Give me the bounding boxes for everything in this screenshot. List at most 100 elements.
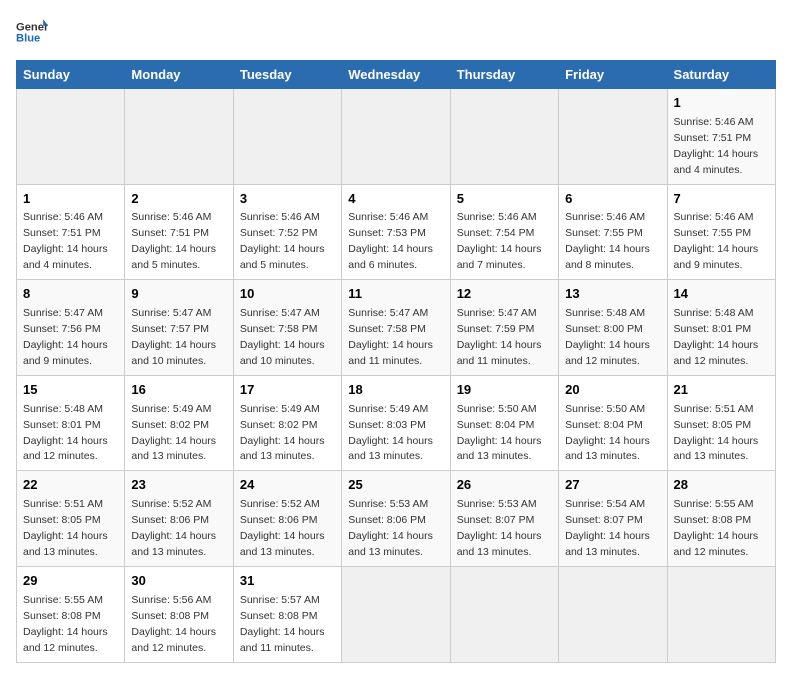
day-header-tuesday: Tuesday	[233, 61, 341, 89]
daylight-info: Daylight: 14 hours and 5 minutes.	[131, 243, 216, 271]
calendar-cell: 5Sunrise: 5:46 AMSunset: 7:54 PMDaylight…	[450, 184, 558, 280]
day-number: 28	[674, 476, 769, 495]
daylight-info: Daylight: 14 hours and 13 minutes.	[565, 435, 650, 463]
sunset-info: Sunset: 7:51 PM	[131, 227, 209, 239]
day-number: 24	[240, 476, 335, 495]
sunset-info: Sunset: 8:01 PM	[23, 419, 101, 431]
sunset-info: Sunset: 8:06 PM	[348, 514, 426, 526]
sunrise-info: Sunrise: 5:46 AM	[674, 211, 754, 223]
sunset-info: Sunset: 8:06 PM	[240, 514, 318, 526]
sunrise-info: Sunrise: 5:46 AM	[131, 211, 211, 223]
daylight-info: Daylight: 14 hours and 12 minutes.	[23, 626, 108, 654]
calendar-week-row: 22Sunrise: 5:51 AMSunset: 8:05 PMDayligh…	[17, 471, 776, 567]
calendar-cell: 27Sunrise: 5:54 AMSunset: 8:07 PMDayligh…	[559, 471, 667, 567]
day-number: 2	[131, 190, 226, 209]
daylight-info: Daylight: 14 hours and 13 minutes.	[131, 435, 216, 463]
sunrise-info: Sunrise: 5:54 AM	[565, 498, 645, 510]
day-number: 6	[565, 190, 660, 209]
sunset-info: Sunset: 8:02 PM	[240, 419, 318, 431]
daylight-info: Daylight: 14 hours and 10 minutes.	[240, 339, 325, 367]
daylight-info: Daylight: 14 hours and 12 minutes.	[23, 435, 108, 463]
day-number: 12	[457, 285, 552, 304]
day-number: 1	[23, 190, 118, 209]
calendar-week-row: 1 Sunrise: 5:46 AM Sunset: 7:51 PM Daylight…	[17, 184, 776, 280]
daylight-info: Daylight: 14 hours and 13 minutes.	[131, 530, 216, 558]
day-number: 29	[23, 572, 118, 591]
sunrise-info: Sunrise: 5:47 AM	[131, 307, 211, 319]
sunset-info: Sunset: 7:51 PM	[674, 132, 752, 144]
day-header-wednesday: Wednesday	[342, 61, 450, 89]
day-number: 7	[674, 190, 769, 209]
day-header-sunday: Sunday	[17, 61, 125, 89]
day-number: 8	[23, 285, 118, 304]
calendar-cell: 11Sunrise: 5:47 AMSunset: 7:58 PMDayligh…	[342, 280, 450, 376]
daylight-info: Daylight: 14 hours and 11 minutes.	[348, 339, 433, 367]
sunset-info: Sunset: 8:00 PM	[565, 323, 643, 335]
day-number: 1	[674, 94, 769, 113]
calendar-cell: 1Sunrise: 5:46 AMSunset: 7:51 PMDaylight…	[667, 89, 775, 185]
calendar-cell: 30Sunrise: 5:56 AMSunset: 8:08 PMDayligh…	[125, 566, 233, 662]
day-number: 5	[457, 190, 552, 209]
sunset-info: Sunset: 7:51 PM	[23, 227, 101, 239]
sunset-info: Sunset: 7:57 PM	[131, 323, 209, 335]
sunrise-info: Sunrise: 5:53 AM	[457, 498, 537, 510]
daylight-info: Daylight: 14 hours and 12 minutes.	[674, 339, 759, 367]
daylight-info: Daylight: 14 hours and 4 minutes.	[23, 243, 108, 271]
sunrise-info: Sunrise: 5:49 AM	[240, 403, 320, 415]
day-number: 17	[240, 381, 335, 400]
calendar-cell: 26Sunrise: 5:53 AMSunset: 8:07 PMDayligh…	[450, 471, 558, 567]
calendar-cell: 22Sunrise: 5:51 AMSunset: 8:05 PMDayligh…	[17, 471, 125, 567]
day-header-monday: Monday	[125, 61, 233, 89]
calendar-cell	[559, 89, 667, 185]
calendar-cell	[342, 89, 450, 185]
calendar-cell: 1Sunrise: 5:46 AMSunset: 7:51 PMDaylight…	[17, 184, 125, 280]
sunset-info: Sunset: 8:05 PM	[23, 514, 101, 526]
calendar-week-row: 8Sunrise: 5:47 AMSunset: 7:56 PMDaylight…	[17, 280, 776, 376]
calendar-cell	[342, 566, 450, 662]
calendar-cell: 31Sunrise: 5:57 AMSunset: 8:08 PMDayligh…	[233, 566, 341, 662]
sunrise-info: Sunrise: 5:47 AM	[23, 307, 103, 319]
calendar-cell: 29Sunrise: 5:55 AMSunset: 8:08 PMDayligh…	[17, 566, 125, 662]
day-header-thursday: Thursday	[450, 61, 558, 89]
daylight-info: Daylight: 14 hours and 4 minutes.	[674, 148, 759, 176]
sunrise-info: Sunrise: 5:47 AM	[457, 307, 537, 319]
daylight-info: Daylight: 14 hours and 12 minutes.	[131, 626, 216, 654]
sunrise-info: Sunrise: 5:46 AM	[348, 211, 428, 223]
day-number: 22	[23, 476, 118, 495]
daylight-info: Daylight: 14 hours and 6 minutes.	[348, 243, 433, 271]
calendar-cell: 13Sunrise: 5:48 AMSunset: 8:00 PMDayligh…	[559, 280, 667, 376]
daylight-info: Daylight: 14 hours and 9 minutes.	[23, 339, 108, 367]
calendar-cell: 24Sunrise: 5:52 AMSunset: 8:06 PMDayligh…	[233, 471, 341, 567]
sunrise-info: Sunrise: 5:53 AM	[348, 498, 428, 510]
sunset-info: Sunset: 8:07 PM	[565, 514, 643, 526]
day-number: 10	[240, 285, 335, 304]
calendar-cell: 7Sunrise: 5:46 AMSunset: 7:55 PMDaylight…	[667, 184, 775, 280]
day-number: 26	[457, 476, 552, 495]
sunrise-info: Sunrise: 5:47 AM	[240, 307, 320, 319]
calendar-cell	[450, 89, 558, 185]
calendar-cell: 2 Sunrise: 5:46 AM Sunset: 7:51 PM Daylight…	[125, 184, 233, 280]
calendar-cell: 10 Sunrise: 5:47 AM Sunset: 7:58 PM Dayligh…	[233, 280, 341, 376]
sunset-info: Sunset: 8:04 PM	[457, 419, 535, 431]
calendar-cell: 8Sunrise: 5:47 AMSunset: 7:56 PMDaylight…	[17, 280, 125, 376]
logo: General Blue	[16, 16, 50, 48]
day-number: 13	[565, 285, 660, 304]
calendar-cell: 6Sunrise: 5:46 AMSunset: 7:55 PMDaylight…	[559, 184, 667, 280]
calendar-cell	[233, 89, 341, 185]
day-number: 21	[674, 381, 769, 400]
daylight-info: Daylight: 14 hours and 13 minutes.	[565, 530, 650, 558]
day-number: 20	[565, 381, 660, 400]
daylight-info: Daylight: 14 hours and 13 minutes.	[23, 530, 108, 558]
sunrise-info: Sunrise: 5:55 AM	[674, 498, 754, 510]
sunrise-info: Sunrise: 5:46 AM	[457, 211, 537, 223]
sunrise-info: Sunrise: 5:48 AM	[23, 403, 103, 415]
day-number: 3	[240, 190, 335, 209]
sunset-info: Sunset: 7:58 PM	[348, 323, 426, 335]
sunset-info: Sunset: 7:53 PM	[348, 227, 426, 239]
sunset-info: Sunset: 7:58 PM	[240, 323, 318, 335]
daylight-info: Daylight: 14 hours and 12 minutes.	[674, 530, 759, 558]
sunrise-info: Sunrise: 5:49 AM	[131, 403, 211, 415]
daylight-info: Daylight: 14 hours and 13 minutes.	[240, 530, 325, 558]
day-header-friday: Friday	[559, 61, 667, 89]
daylight-info: Daylight: 14 hours and 9 minutes.	[674, 243, 759, 271]
